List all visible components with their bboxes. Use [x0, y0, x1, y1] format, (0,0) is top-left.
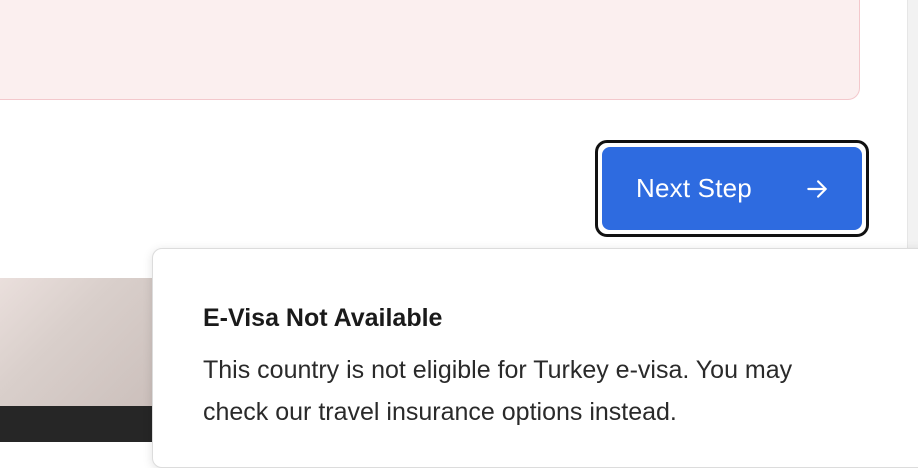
next-step-label: Next Step	[636, 173, 752, 203]
dark-footer	[0, 406, 160, 442]
notification-toast: E-Visa Not Available This country is not…	[152, 248, 918, 468]
next-step-button[interactable]: Next Step	[602, 147, 862, 230]
arrow-right-icon	[807, 179, 827, 198]
background-image	[0, 278, 160, 406]
notification-message: This country is not eligible for Turkey …	[203, 356, 793, 426]
notification-title: E-Visa Not Available	[203, 304, 443, 332]
error-panel	[0, 0, 860, 100]
